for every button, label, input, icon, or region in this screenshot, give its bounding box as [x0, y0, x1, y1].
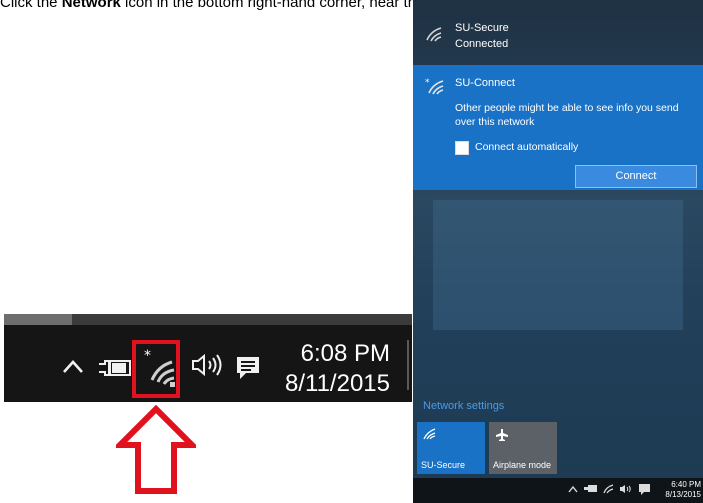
volume-icon[interactable] [190, 352, 224, 384]
wifi-icon [423, 428, 437, 442]
tile-airplane-mode[interactable]: Airplane mode [489, 422, 557, 474]
network-flyout: SU-Secure Connected * SU-Connect Other p… [413, 0, 703, 503]
mini-date-text: 8/13/2015 [665, 490, 701, 499]
taskbar-edge [407, 340, 409, 390]
mini-taskbar-time[interactable]: 6:40 PM 8/13/2015 [665, 480, 701, 500]
network-item-su-secure[interactable]: SU-Secure Connected [413, 10, 703, 60]
wifi-icon [425, 26, 445, 47]
volume-icon[interactable] [619, 484, 633, 497]
network-warning: Other people might be able to see info y… [455, 102, 679, 128]
instruction-prefix: Click the [0, 0, 62, 11]
network-settings-link[interactable]: Network settings [423, 400, 504, 412]
taskbar-time[interactable]: 6:08 PM [272, 341, 390, 367]
power-plug-icon[interactable] [98, 358, 132, 383]
connect-automatically-checkbox[interactable] [455, 141, 469, 155]
mini-time-text: 6:40 PM [671, 480, 701, 489]
network-icon-highlight [132, 340, 180, 398]
chevron-up-icon[interactable] [568, 484, 578, 496]
tile-label: Airplane mode [493, 460, 552, 470]
instruction-bold: Network [61, 0, 121, 11]
network-status: Connected [455, 38, 509, 50]
up-arrow-icon [112, 404, 200, 495]
mini-taskbar: 6:40 PM 8/13/2015 [413, 478, 703, 503]
connect-button[interactable]: Connect [575, 165, 697, 188]
network-name: SU-Connect [455, 77, 515, 89]
network-item-su-connect[interactable]: * SU-Connect Other people might be able … [413, 65, 703, 190]
chevron-up-icon[interactable] [62, 352, 84, 378]
svg-text:*: * [425, 78, 430, 88]
taskbar-top-segment [4, 314, 72, 325]
action-center-icon[interactable] [236, 356, 260, 380]
tile-label: SU-Secure [421, 460, 466, 470]
taskbar-date[interactable]: 8/11/2015 [272, 371, 390, 397]
tile-wifi[interactable]: SU-Secure [417, 422, 485, 474]
network-name: SU-Secure [455, 22, 509, 34]
wifi-open-icon: * [425, 77, 447, 100]
taskbar-top-band [4, 314, 412, 325]
power-plug-icon[interactable] [584, 484, 598, 496]
airplane-icon [495, 428, 509, 444]
wifi-icon[interactable] [603, 484, 615, 497]
taskbar: * 6:08 PM 8/11/2015 [4, 314, 412, 402]
action-center-icon[interactable] [639, 484, 650, 498]
blurred-background [433, 200, 683, 330]
connect-automatically-label: Connect automatically [475, 141, 579, 153]
